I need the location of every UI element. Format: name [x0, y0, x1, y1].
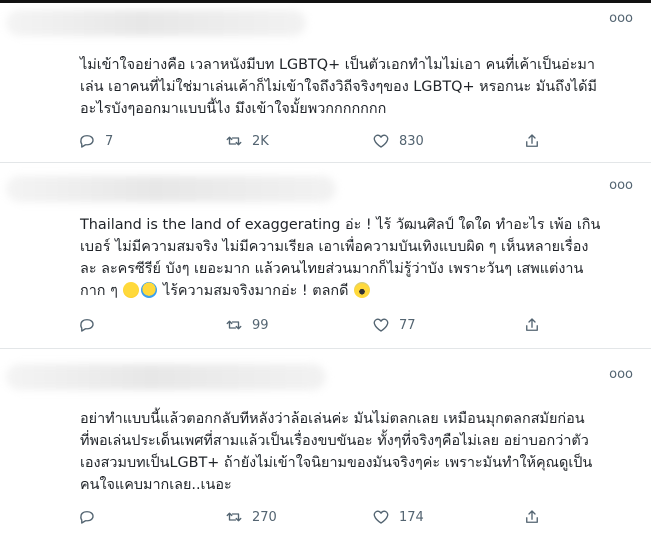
blurred-user-header — [6, 176, 336, 202]
retweet-icon — [226, 512, 242, 522]
reply-button[interactable]: 7 — [78, 132, 113, 150]
heart-icon — [373, 510, 389, 524]
reply-count: 7 — [105, 133, 114, 149]
share-button[interactable] — [523, 316, 541, 334]
share-icon — [526, 134, 538, 147]
like-button[interactable]: 174 — [372, 508, 424, 526]
like-count: 174 — [399, 509, 424, 525]
retweet-icon — [226, 136, 242, 146]
heart-icon — [373, 318, 389, 332]
tweet-actions: 7 2K 830 — [0, 132, 651, 154]
retweet-count: 2K — [252, 133, 269, 149]
more-dots-icon[interactable]: ooo — [609, 368, 633, 381]
like-count: 830 — [399, 133, 424, 149]
retweet-button[interactable]: 2K — [225, 132, 269, 150]
retweet-button[interactable]: 270 — [225, 508, 277, 526]
emoji-icon — [354, 282, 371, 298]
tweet-text: Thailand is the land of exaggerating อ่ะ… — [80, 214, 645, 302]
reply-icon — [80, 319, 94, 332]
more-dots-icon[interactable]: ooo — [609, 179, 633, 192]
retweet-count: 99 — [252, 317, 269, 333]
blurred-user-header — [6, 10, 306, 36]
tweet-actions: 99 77 — [0, 316, 651, 338]
blurred-user-header — [6, 364, 326, 390]
tweet-separator — [0, 162, 651, 163]
tweet-text-part: ไร้ความสมจริงมากอ่ะ ! ตลกดี — [158, 283, 354, 299]
tweet-text: ไม่เข้าใจอย่างคือ เวลาหนังมีบท LGBTQ+ เป… — [80, 57, 597, 117]
like-count: 77 — [399, 317, 416, 333]
reply-button[interactable] — [78, 508, 105, 526]
tweet-actions: 270 174 — [0, 508, 651, 530]
reply-button[interactable] — [78, 316, 105, 334]
reply-icon — [80, 511, 94, 524]
reply-icon — [80, 135, 94, 148]
heart-icon — [373, 134, 389, 148]
tweet-separator — [0, 348, 651, 349]
emoji-icon — [141, 282, 158, 298]
retweet-count: 270 — [252, 509, 277, 525]
more-dots-icon[interactable]: ooo — [609, 12, 633, 25]
top-border — [0, 0, 651, 3]
like-button[interactable]: 830 — [372, 132, 424, 150]
emoji-icon — [123, 282, 140, 298]
share-icon — [526, 510, 538, 523]
tweet-text: อย่าทำแบบนี้แล้วตอกกลับทีหลังว่าล้อเล่นค… — [80, 411, 593, 493]
retweet-button[interactable]: 99 — [225, 316, 269, 334]
like-button[interactable]: 77 — [372, 316, 416, 334]
share-icon — [526, 318, 538, 331]
share-button[interactable] — [523, 132, 541, 150]
retweet-icon — [226, 320, 242, 330]
share-button[interactable] — [523, 508, 541, 526]
